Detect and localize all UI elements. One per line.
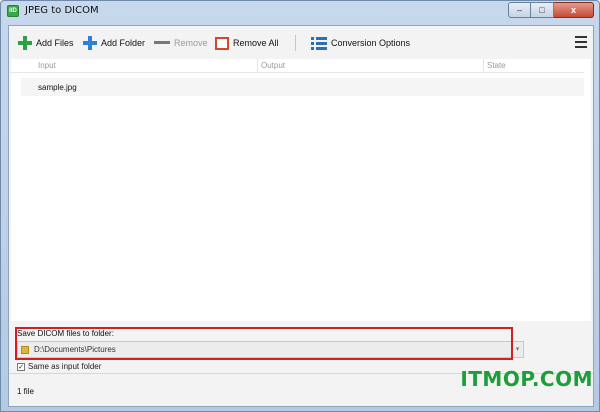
list-icon	[311, 36, 327, 50]
add-files-button[interactable]: Add Files	[18, 35, 74, 51]
same-as-input-label: Same as input folder	[28, 362, 102, 371]
table-row[interactable]: sample.jpg	[21, 78, 584, 96]
same-as-input-option[interactable]: ✓ Same as input folder	[17, 362, 101, 371]
remove-all-label: Remove All	[233, 38, 279, 48]
title-bar[interactable]: IID JPEG to DICOM – □ x	[1, 1, 599, 23]
watermark-logo: ITMOP.COM	[460, 367, 593, 391]
main-content: Add Files Add Folder Remove Remove All C…	[8, 25, 594, 407]
close-button[interactable]: x	[554, 2, 594, 18]
app-icon: IID	[7, 5, 19, 17]
add-files-label: Add Files	[36, 38, 74, 48]
minus-icon	[154, 36, 170, 50]
conversion-options-label: Conversion Options	[331, 38, 411, 48]
chevron-down-icon[interactable]: ▾	[512, 342, 523, 357]
remove-label: Remove	[174, 38, 208, 48]
add-folder-icon	[83, 36, 97, 50]
add-folder-label: Add Folder	[101, 38, 146, 48]
conversion-options-button[interactable]: Conversion Options	[311, 35, 410, 51]
file-count: 1 file	[17, 387, 34, 396]
toolbar: Add Files Add Folder Remove Remove All C…	[9, 26, 593, 59]
menu-icon[interactable]	[575, 36, 587, 48]
toolbar-separator	[295, 35, 296, 51]
add-folder-button[interactable]: Add Folder	[83, 35, 145, 51]
file-table: Input Output State sample.jpg	[11, 59, 591, 321]
remove-button[interactable]: Remove	[154, 35, 208, 51]
table-header: Input Output State	[11, 59, 584, 73]
app-window: IID JPEG to DICOM – □ x Add Files Add Fo…	[0, 0, 600, 412]
maximize-button[interactable]: □	[531, 2, 554, 18]
column-divider[interactable]	[257, 59, 258, 73]
column-header-state[interactable]: State	[487, 61, 506, 70]
window-controls: – □ x	[508, 2, 594, 18]
column-header-input[interactable]: Input	[38, 61, 56, 70]
row-input-cell: sample.jpg	[38, 83, 77, 92]
remove-all-icon	[215, 36, 229, 50]
output-settings: Save DICOM files to folder: D:\Documents…	[9, 321, 593, 371]
column-header-output[interactable]: Output	[261, 61, 285, 70]
same-as-input-checkbox[interactable]: ✓	[17, 362, 25, 371]
remove-all-button[interactable]: Remove All	[215, 35, 279, 51]
minimize-button[interactable]: –	[508, 2, 531, 18]
window-title: JPEG to DICOM	[25, 5, 99, 16]
add-files-icon	[18, 36, 32, 50]
highlight-annotation	[15, 327, 513, 360]
column-divider[interactable]	[483, 59, 484, 73]
